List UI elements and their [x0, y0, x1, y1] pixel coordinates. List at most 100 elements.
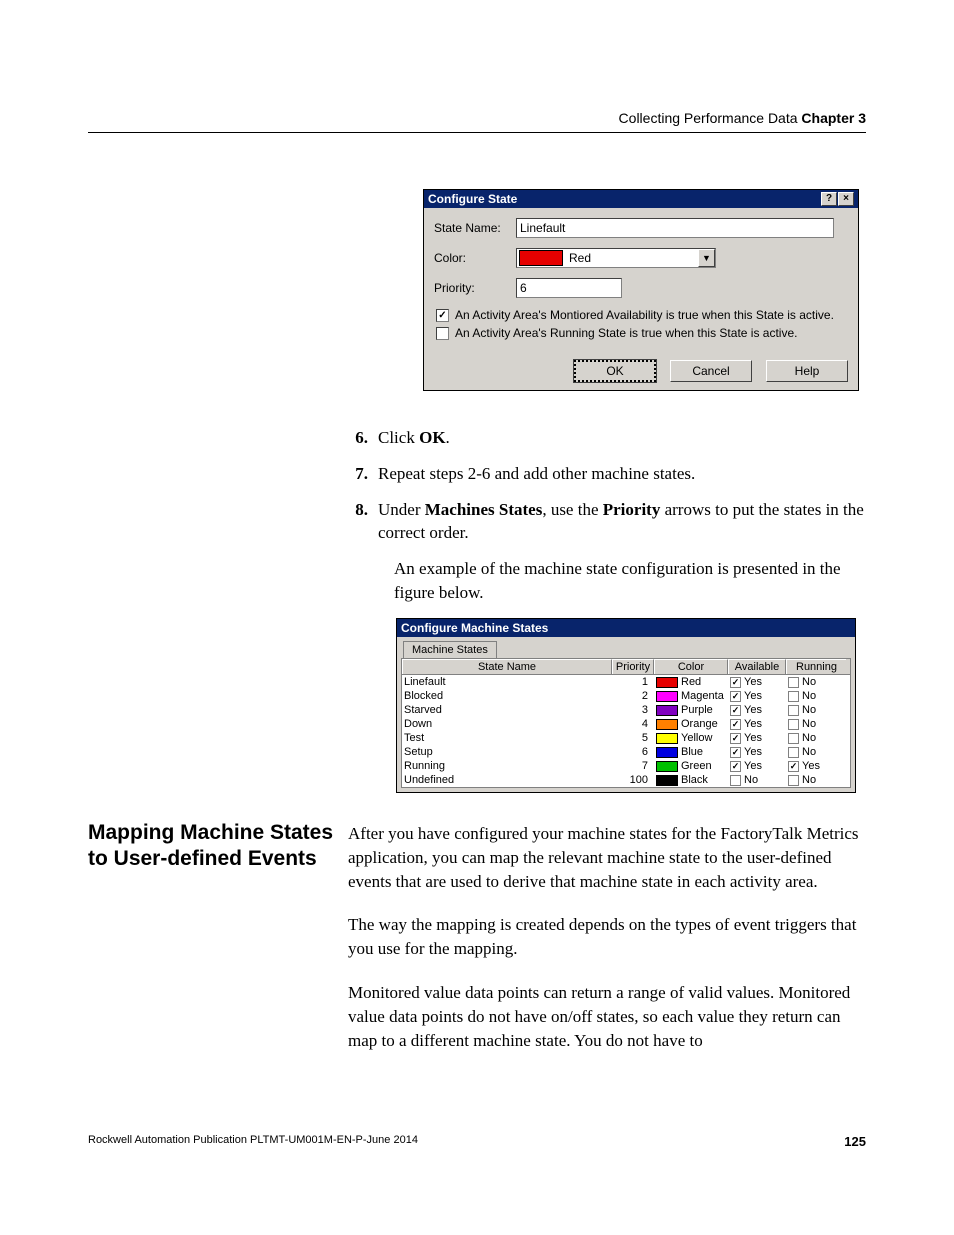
cell-color-name: Blue: [681, 745, 703, 759]
available-checkbox[interactable]: [730, 775, 741, 786]
cell-state-name: Starved: [402, 703, 612, 717]
section-p2: The way the mapping is created depends o…: [348, 913, 864, 961]
available-checkbox[interactable]: ✓: [730, 677, 741, 688]
cell-available: ✓Yes: [728, 717, 786, 731]
step-6-pre: Click: [378, 428, 419, 447]
running-checkbox[interactable]: [788, 691, 799, 702]
running-label: Yes: [802, 759, 820, 773]
monitored-availability-checkbox[interactable]: ✓: [436, 309, 449, 322]
priority-input[interactable]: [516, 278, 622, 298]
step-7: 7. Repeat steps 2-6 and add other machin…: [348, 462, 864, 486]
cell-running: No: [786, 703, 846, 717]
available-label: Yes: [744, 689, 762, 703]
running-checkbox[interactable]: ✓: [788, 761, 799, 772]
steps-content: 6. Click OK. 7. Repeat steps 2-6 and add…: [348, 426, 864, 617]
color-row: Color: Red ▼: [434, 248, 848, 268]
table-row[interactable]: Starved3Purple✓YesNo: [402, 703, 850, 717]
cell-color: Purple: [654, 703, 728, 717]
table-row[interactable]: Undefined100BlackNoNo: [402, 773, 850, 787]
step-8-machines-states: Machines States: [425, 500, 543, 519]
step-6: 6. Click OK.: [348, 426, 864, 450]
grid-rows: Linefault1Red✓YesNoBlocked2Magenta✓YesNo…: [402, 675, 850, 787]
header-available: Available: [728, 659, 786, 674]
cell-priority: 5: [612, 731, 654, 745]
step-7-body: Repeat steps 2-6 and add other machine s…: [378, 462, 864, 486]
step-8-pre: Under: [378, 500, 425, 519]
header-chapter: Chapter 3: [801, 110, 866, 126]
header-running: Running: [786, 659, 846, 674]
dialog-titlebar: Configure State ? ×: [424, 190, 858, 208]
running-label: No: [802, 773, 816, 787]
color-select[interactable]: Red ▼: [516, 248, 716, 268]
header-priority: Priority: [612, 659, 654, 674]
running-label: No: [802, 675, 816, 689]
cell-state-name: Test: [402, 731, 612, 745]
cell-running: No: [786, 689, 846, 703]
table-row[interactable]: Down4Orange✓YesNo: [402, 717, 850, 731]
state-name-label: State Name:: [434, 221, 516, 235]
ok-button[interactable]: OK: [574, 360, 656, 382]
table-row[interactable]: Test5Yellow✓YesNo: [402, 731, 850, 745]
cancel-button[interactable]: Cancel: [670, 360, 752, 382]
available-checkbox[interactable]: ✓: [730, 705, 741, 716]
available-checkbox[interactable]: ✓: [730, 719, 741, 730]
cell-state-name: Undefined: [402, 773, 612, 787]
cell-available: ✓Yes: [728, 703, 786, 717]
header-state-name: State Name: [402, 659, 612, 674]
cell-color: Orange: [654, 717, 728, 731]
table-row[interactable]: Linefault1Red✓YesNo: [402, 675, 850, 689]
tab-strip: Machine States: [397, 637, 855, 658]
table-row[interactable]: Setup6Blue✓YesNo: [402, 745, 850, 759]
lower-content: After you have configured your machine s…: [348, 822, 864, 1072]
chevron-down-icon[interactable]: ▼: [698, 249, 715, 267]
available-label: Yes: [744, 731, 762, 745]
available-label: Yes: [744, 759, 762, 773]
table-row[interactable]: Blocked2 Magenta ✓Yes No: [402, 689, 850, 703]
running-state-checkbox[interactable]: [436, 327, 449, 340]
running-checkbox[interactable]: [788, 733, 799, 744]
running-state-label: An Activity Area's Running State is true…: [455, 326, 797, 340]
footer-publication: Rockwell Automation Publication PLTMT-UM…: [88, 1134, 418, 1149]
color-swatch-icon: [656, 719, 678, 730]
dialog2-titlebar: Configure Machine States: [397, 619, 855, 637]
available-checkbox[interactable]: ✓: [730, 733, 741, 744]
color-swatch-icon: [656, 691, 678, 702]
cell-running: No: [786, 675, 846, 689]
header-color: Color: [654, 659, 728, 674]
running-checkbox[interactable]: [788, 775, 799, 786]
cell-color-name: Magenta: [681, 689, 724, 703]
example-paragraph: An example of the machine state configur…: [348, 557, 864, 605]
close-icon[interactable]: ×: [838, 192, 854, 206]
cell-color: Black: [654, 773, 728, 787]
help-icon[interactable]: ?: [821, 192, 837, 206]
cell-state-name: Blocked: [402, 689, 612, 703]
running-checkbox[interactable]: [788, 719, 799, 730]
cell-priority: 6: [612, 745, 654, 759]
footer-page-number: 125: [844, 1134, 866, 1149]
running-checkbox[interactable]: [788, 747, 799, 758]
cell-color: Blue: [654, 745, 728, 759]
help-button[interactable]: Help: [766, 360, 848, 382]
running-checkbox[interactable]: [788, 705, 799, 716]
available-checkbox[interactable]: ✓: [730, 691, 741, 702]
header-section: Collecting Performance Data: [619, 110, 798, 126]
step-7-number: 7.: [348, 462, 378, 486]
available-checkbox[interactable]: ✓: [730, 761, 741, 772]
cell-priority: 2: [612, 689, 654, 703]
table-row[interactable]: Running7Green✓Yes✓Yes: [402, 759, 850, 773]
step-8-body: Under Machines States, use the Priority …: [378, 498, 864, 546]
running-label: No: [802, 745, 816, 759]
available-label: No: [744, 773, 758, 787]
color-swatch-icon: [656, 677, 678, 688]
page-footer: Rockwell Automation Publication PLTMT-UM…: [88, 1134, 866, 1149]
color-swatch-icon: [656, 747, 678, 758]
cell-state-name: Running: [402, 759, 612, 773]
running-checkbox[interactable]: [788, 677, 799, 688]
cell-state-name: Down: [402, 717, 612, 731]
tab-machine-states[interactable]: Machine States: [403, 641, 497, 658]
state-name-input[interactable]: [516, 218, 834, 238]
available-checkbox[interactable]: ✓: [730, 747, 741, 758]
cell-running: No: [786, 731, 846, 745]
cell-color-name: Orange: [681, 717, 718, 731]
priority-label: Priority:: [434, 281, 516, 295]
